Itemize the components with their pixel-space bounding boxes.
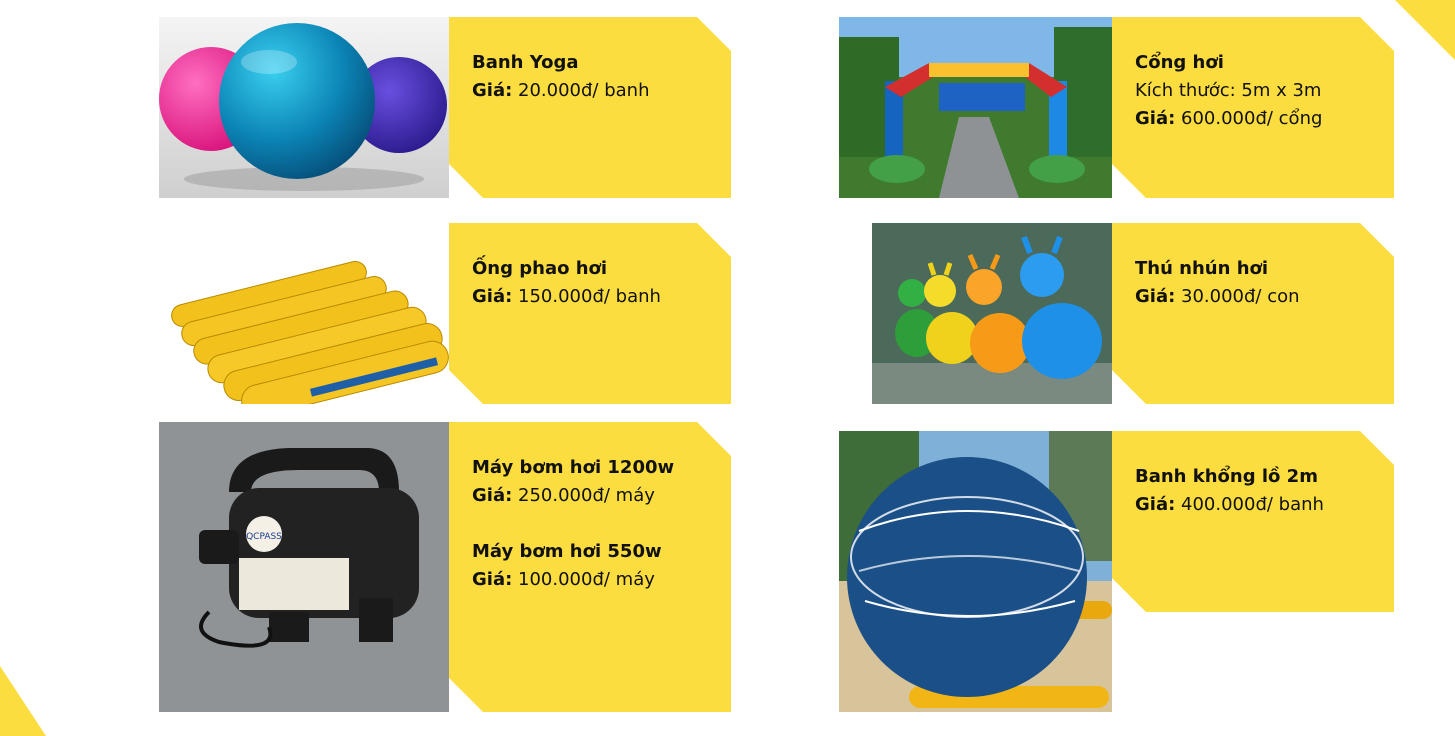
product-title: Máy bơm hơi 1200w bbox=[472, 457, 675, 478]
yoga-ball-info: Banh Yoga Giá: 20.000đ/ banh bbox=[472, 49, 650, 105]
price-value: 30.000đ/ con bbox=[1175, 286, 1300, 307]
float-tube-info: Ống phao hơi Giá: 150.000đ/ banh bbox=[472, 255, 661, 311]
product-title: Ống phao hơi bbox=[472, 258, 608, 279]
product-price-line: Giá: 20.000đ/ banh bbox=[472, 77, 650, 105]
inflatable-float-tubes-photo bbox=[159, 223, 449, 404]
yoga-ball-card bbox=[449, 17, 731, 198]
price-value: 150.000đ/ banh bbox=[512, 286, 661, 307]
giant-ball-card bbox=[1112, 431, 1394, 612]
price-value: 100.000đ/ máy bbox=[512, 569, 655, 590]
yoga-balls-photo bbox=[159, 17, 449, 198]
inflatable-deer-toys-photo bbox=[872, 223, 1112, 404]
price-label: Giá: bbox=[472, 569, 513, 590]
product-title: Thú nhún hơi bbox=[1135, 258, 1269, 279]
inflatable-arch-gate-photo bbox=[839, 17, 1112, 198]
price-label: Giá: bbox=[1135, 286, 1176, 307]
price-label: Giá: bbox=[472, 80, 513, 101]
price-label: Giá: bbox=[472, 485, 513, 506]
price-value: 20.000đ/ banh bbox=[512, 80, 650, 101]
product-price-line: Giá: 400.000đ/ banh bbox=[1135, 491, 1324, 519]
product-price-line: Giá: 600.000đ/ cổng bbox=[1135, 105, 1322, 133]
electric-air-pump-photo: QCPASS bbox=[159, 422, 449, 712]
giant-ball-photo bbox=[839, 431, 1112, 712]
product-title: Banh khổng lồ 2m bbox=[1135, 466, 1318, 487]
corner-triangle-bottom-left bbox=[0, 666, 46, 736]
product-title: Banh Yoga bbox=[472, 52, 579, 73]
price-label: Giá: bbox=[472, 286, 513, 307]
corner-triangle-top-right bbox=[1395, 0, 1455, 60]
product-title: Cổng hơi bbox=[1135, 52, 1224, 73]
giant-ball-info: Banh khổng lồ 2m Giá: 400.000đ/ banh bbox=[1135, 463, 1324, 519]
product-price-line: Giá: 30.000đ/ con bbox=[1135, 283, 1300, 311]
bouncy-animal-info: Thú nhún hơi Giá: 30.000đ/ con bbox=[1135, 255, 1300, 311]
product-title-2: Máy bơm hơi 550w bbox=[472, 541, 662, 562]
price-value: 250.000đ/ máy bbox=[512, 485, 655, 506]
float-tube-card bbox=[449, 223, 731, 404]
bouncy-animal-card bbox=[1112, 223, 1394, 404]
air-pump-info: Máy bơm hơi 1200w Giá: 250.000đ/ máy Máy… bbox=[472, 454, 674, 594]
pump-label: QCPASS bbox=[246, 532, 282, 542]
price-label: Giá: bbox=[1135, 108, 1176, 129]
product-price-line-2: Giá: 100.000đ/ máy bbox=[472, 566, 674, 594]
price-label: Giá: bbox=[1135, 494, 1176, 515]
price-value: 400.000đ/ banh bbox=[1175, 494, 1324, 515]
product-price-line: Giá: 250.000đ/ máy bbox=[472, 482, 674, 510]
product-price-line: Giá: 150.000đ/ banh bbox=[472, 283, 661, 311]
inflatable-gate-info: Cổng hơi Kích thước: 5m x 3m Giá: 600.00… bbox=[1135, 49, 1322, 133]
price-value: 600.000đ/ cổng bbox=[1175, 108, 1323, 129]
product-size: Kích thước: 5m x 3m bbox=[1135, 80, 1322, 101]
